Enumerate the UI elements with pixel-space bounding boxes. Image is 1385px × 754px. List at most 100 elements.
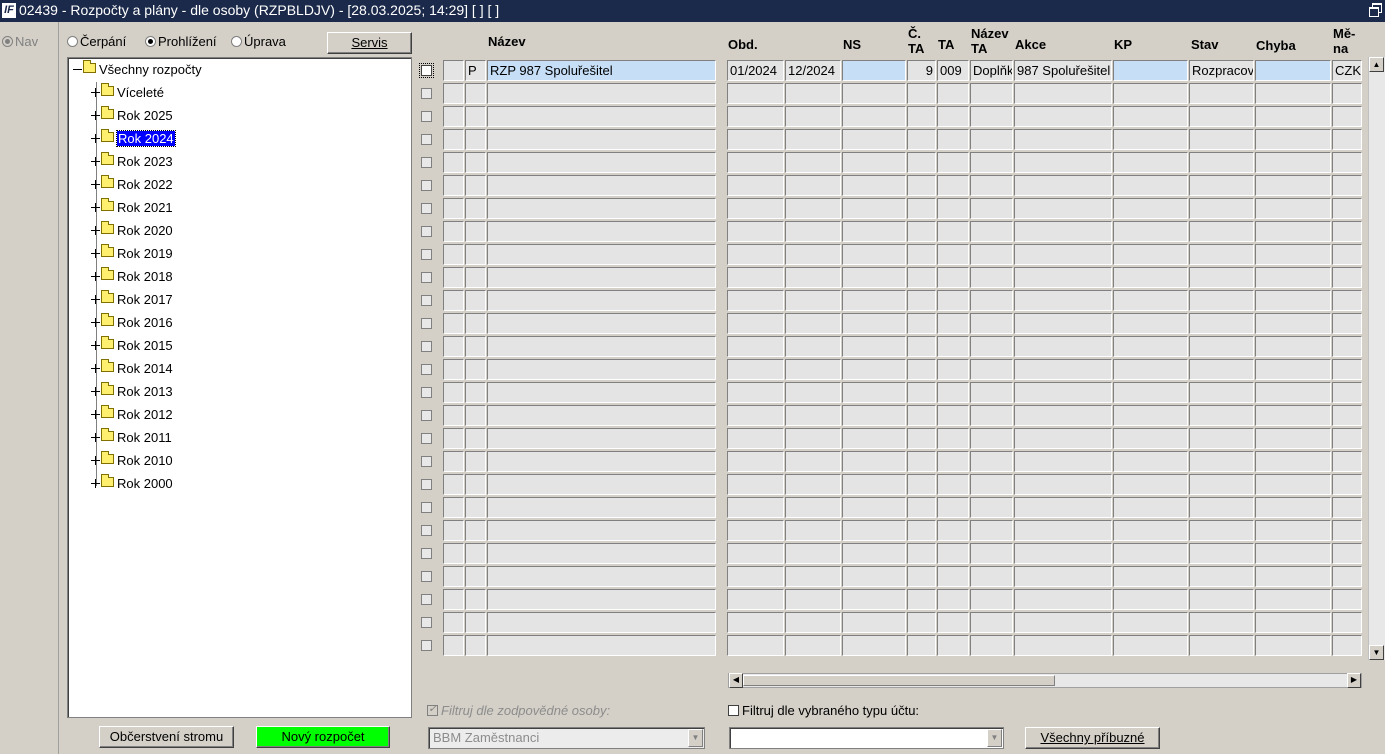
cell-ns[interactable]: [842, 60, 906, 81]
cell-obd-od[interactable]: [727, 221, 784, 242]
tree-item[interactable]: Rok 2011: [91, 428, 172, 449]
cell-marker[interactable]: [443, 405, 464, 426]
cell-chyba[interactable]: [1255, 83, 1331, 104]
expand-icon[interactable]: [91, 134, 100, 143]
cell-ns[interactable]: [842, 244, 906, 265]
budget-tree[interactable]: Všechny rozpočty Víceleté Rok 2025 Rok 202…: [67, 57, 412, 718]
cell-marker[interactable]: [443, 474, 464, 495]
cell-nazev[interactable]: [487, 290, 716, 311]
cell-obd-od[interactable]: [727, 336, 784, 357]
cell-kp[interactable]: [1113, 635, 1188, 656]
cell-mena[interactable]: [1332, 359, 1362, 380]
cell-ta[interactable]: [937, 359, 969, 380]
cell-mena[interactable]: [1332, 428, 1362, 449]
cell-nazev-ta[interactable]: [970, 359, 1013, 380]
cell-ta[interactable]: [937, 83, 969, 104]
cell-stav[interactable]: [1189, 83, 1254, 104]
cell-akce[interactable]: 987 Spoluřešitel: [1014, 60, 1112, 81]
cell-obd-do[interactable]: [785, 244, 841, 265]
cell-nazev[interactable]: RZP 987 Spoluřešitel: [487, 60, 716, 81]
cell-chyba[interactable]: [1255, 336, 1331, 357]
cell-nazev-ta[interactable]: [970, 451, 1013, 472]
cell-c-ta[interactable]: [907, 244, 936, 265]
cell-obd-od[interactable]: [727, 244, 784, 265]
cell-nazev[interactable]: [487, 612, 716, 633]
cell-chyba[interactable]: [1255, 60, 1331, 81]
tree-item[interactable]: Rok 2013: [91, 382, 173, 403]
expand-icon[interactable]: [91, 341, 100, 350]
cell-c-ta[interactable]: [907, 566, 936, 587]
cell-ns[interactable]: [842, 267, 906, 288]
cell-c-ta[interactable]: [907, 290, 936, 311]
cell-akce[interactable]: [1014, 428, 1112, 449]
tree-item[interactable]: Rok 2000: [91, 474, 173, 495]
mode-radio-prohlizeni[interactable]: Prohlížení: [145, 34, 217, 49]
cell-kp[interactable]: [1113, 83, 1188, 104]
cell-stav[interactable]: [1189, 221, 1254, 242]
cell-chyba[interactable]: [1255, 635, 1331, 656]
cell-akce[interactable]: [1014, 359, 1112, 380]
cell-marker[interactable]: [443, 106, 464, 127]
cell-marker[interactable]: [443, 152, 464, 173]
cell-chyba[interactable]: [1255, 474, 1331, 495]
tree-item[interactable]: Rok 2018: [91, 267, 173, 288]
cell-ns[interactable]: [842, 428, 906, 449]
cell-nazev-ta[interactable]: [970, 244, 1013, 265]
cell-kp[interactable]: [1113, 336, 1188, 357]
cell-ns[interactable]: [842, 451, 906, 472]
collapse-icon[interactable]: [73, 65, 82, 74]
cell-nazev[interactable]: [487, 566, 716, 587]
cell-obd-od[interactable]: [727, 359, 784, 380]
cell-obd-od[interactable]: [727, 175, 784, 196]
cell-ns[interactable]: [842, 543, 906, 564]
cell-c-ta[interactable]: [907, 221, 936, 242]
cell-mena[interactable]: [1332, 83, 1362, 104]
cell-stav[interactable]: [1189, 267, 1254, 288]
servis-button[interactable]: Servis: [327, 32, 412, 54]
cell-akce[interactable]: [1014, 474, 1112, 495]
cell-mena[interactable]: [1332, 336, 1362, 357]
cell-obd-do[interactable]: [785, 313, 841, 334]
row-select-checkbox[interactable]: [421, 341, 432, 352]
cell-obd-od[interactable]: [727, 83, 784, 104]
row-select-checkbox[interactable]: [421, 111, 432, 122]
cell-nazev-ta[interactable]: [970, 336, 1013, 357]
cell-typ[interactable]: P: [465, 60, 486, 81]
cell-c-ta[interactable]: [907, 152, 936, 173]
cell-stav[interactable]: [1189, 106, 1254, 127]
cell-nazev-ta[interactable]: [970, 543, 1013, 564]
cell-ta[interactable]: [937, 405, 969, 426]
cell-typ[interactable]: [465, 313, 486, 334]
cell-akce[interactable]: [1014, 520, 1112, 541]
cell-kp[interactable]: [1113, 175, 1188, 196]
row-select-checkbox[interactable]: [421, 249, 432, 260]
new-budget-button[interactable]: Nový rozpočet: [256, 726, 390, 748]
cell-stav[interactable]: [1189, 566, 1254, 587]
cell-typ[interactable]: [465, 290, 486, 311]
cell-mena[interactable]: [1332, 129, 1362, 150]
cell-ns[interactable]: [842, 175, 906, 196]
cell-mena[interactable]: [1332, 152, 1362, 173]
cell-c-ta[interactable]: [907, 497, 936, 518]
cell-mena[interactable]: [1332, 221, 1362, 242]
cell-kp[interactable]: [1113, 543, 1188, 564]
cell-typ[interactable]: [465, 428, 486, 449]
tree-item[interactable]: Rok 2024: [91, 129, 176, 150]
cell-nazev[interactable]: [487, 106, 716, 127]
cell-typ[interactable]: [465, 83, 486, 104]
cell-obd-od[interactable]: [727, 497, 784, 518]
filter-account-type-checkbox[interactable]: [728, 705, 739, 716]
cell-akce[interactable]: [1014, 267, 1112, 288]
cell-c-ta[interactable]: [907, 359, 936, 380]
cell-ta[interactable]: [937, 244, 969, 265]
cell-c-ta[interactable]: [907, 520, 936, 541]
cell-ns[interactable]: [842, 221, 906, 242]
cell-typ[interactable]: [465, 175, 486, 196]
cell-obd-do[interactable]: [785, 267, 841, 288]
expand-icon[interactable]: [91, 433, 100, 442]
tree-item[interactable]: Rok 2017: [91, 290, 173, 311]
tree-item[interactable]: Rok 2010: [91, 451, 173, 472]
expand-icon[interactable]: [91, 111, 100, 120]
cell-nazev[interactable]: [487, 451, 716, 472]
cell-ns[interactable]: [842, 612, 906, 633]
